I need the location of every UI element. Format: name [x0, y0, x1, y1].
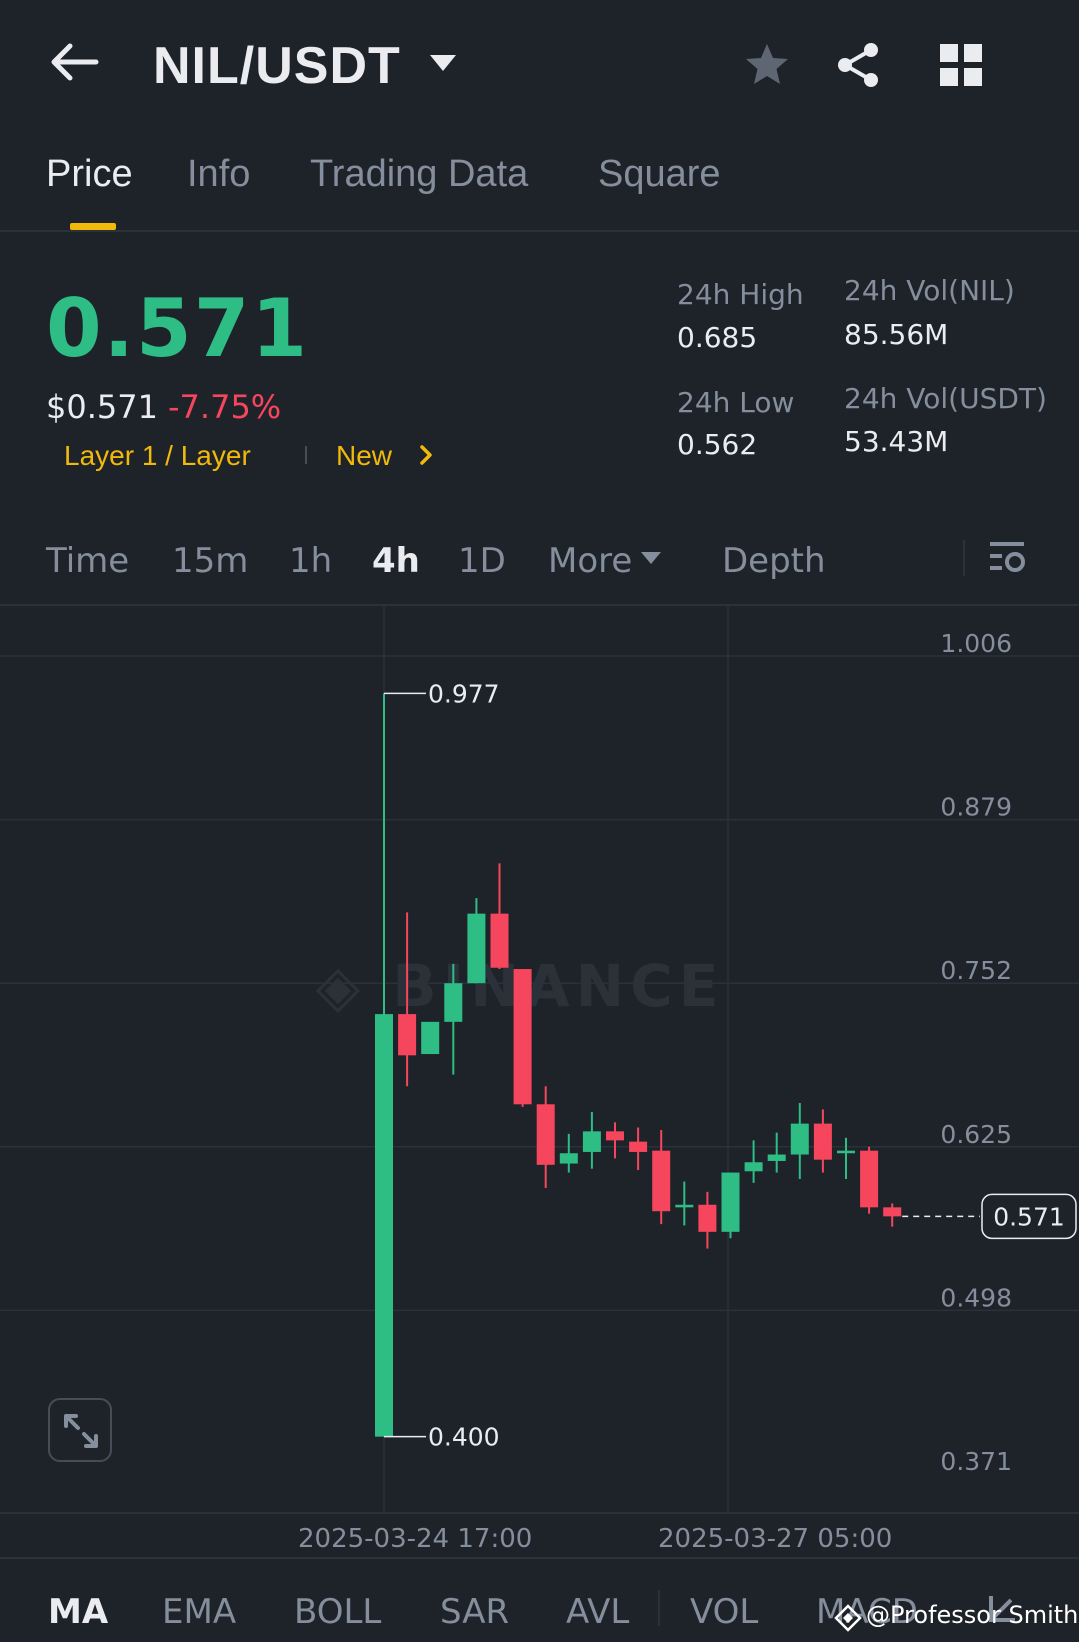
trading-pair-title[interactable]: NIL/USDT — [153, 36, 401, 96]
indicator-ema[interactable]: EMA — [162, 1592, 236, 1632]
chart-settings-icon[interactable] — [988, 538, 1026, 576]
interval-more[interactable]: More — [548, 541, 632, 581]
indicator-boll[interactable]: BOLL — [294, 1592, 381, 1632]
watermark-username: @Professor Smith — [866, 1601, 1079, 1629]
candle-body — [375, 1014, 393, 1437]
current-price-label: 0.571 — [993, 1202, 1065, 1231]
chevron-right-icon[interactable] — [418, 444, 434, 466]
new-tag-link[interactable]: New — [336, 440, 392, 472]
pair-dropdown-caret-icon[interactable] — [428, 52, 458, 74]
candle-body — [721, 1172, 740, 1232]
candle-body — [421, 1021, 440, 1055]
24h-vol-quote-label: 24h Vol(USDT) — [844, 382, 1047, 415]
usd-price: $0.571 — [46, 388, 158, 426]
tag-separator — [305, 446, 307, 464]
interval-divider — [963, 540, 965, 576]
24h-vol-base-value: 85.56M — [844, 318, 949, 351]
candle-body — [813, 1123, 832, 1160]
candle-body — [559, 1153, 578, 1164]
tab-info[interactable]: Info — [187, 153, 250, 196]
interval-15m[interactable]: 15m — [172, 541, 248, 581]
tab-square[interactable]: Square — [598, 153, 721, 196]
24h-vol-base-label: 24h Vol(NIL) — [844, 274, 1015, 307]
indicator-ma[interactable]: MA — [48, 1592, 108, 1632]
y-axis-tick-label: 1.006 — [940, 629, 1012, 658]
indicators-divider — [0, 1557, 1079, 1559]
candle-body — [883, 1207, 902, 1217]
24h-vol-quote-value: 53.43M — [844, 425, 949, 458]
interval-time[interactable]: Time — [46, 541, 129, 581]
price-change-percent: -7.75% — [168, 388, 282, 426]
expand-arrows-icon — [64, 1414, 98, 1448]
candlestick-chart[interactable]: ◈ BINANCE 1.0060.8790.7520.6250.4980.371… — [0, 606, 1079, 1514]
interval-1h[interactable]: 1h — [289, 541, 332, 581]
candle-body — [767, 1154, 786, 1161]
y-axis-tick-label: 0.371 — [940, 1447, 1012, 1476]
24h-high-value: 0.685 — [677, 321, 758, 354]
grid-menu-icon[interactable] — [936, 40, 986, 90]
candle-body — [582, 1131, 601, 1152]
candle-body — [675, 1204, 694, 1208]
candle-body — [606, 1131, 624, 1141]
interval-1d[interactable]: 1D — [458, 541, 506, 581]
candle-body — [790, 1123, 809, 1155]
tab-trading-data[interactable]: Trading Data — [310, 153, 528, 196]
back-arrow-icon[interactable] — [48, 40, 100, 84]
candle-body — [490, 913, 509, 968]
indicator-vol[interactable]: VOL — [690, 1592, 758, 1632]
candle-body — [744, 1162, 763, 1172]
last-price: 0.571 — [46, 282, 310, 375]
min-price-label: 0.400 — [428, 1423, 500, 1452]
candle-body — [698, 1204, 717, 1232]
candle-body — [629, 1141, 648, 1152]
y-axis-tick-label: 0.498 — [940, 1283, 1012, 1312]
24h-low-label: 24h Low — [677, 386, 795, 419]
candle-body — [860, 1150, 879, 1208]
y-axis-tick-label: 0.625 — [940, 1120, 1012, 1149]
indicator-avl[interactable]: AVL — [566, 1592, 629, 1632]
candle-body — [837, 1150, 855, 1154]
24h-high-label: 24h High — [677, 278, 804, 311]
candle-body — [467, 913, 486, 984]
candle-body — [444, 983, 463, 1022]
candle-body — [398, 1014, 417, 1056]
indicator-divider — [658, 1590, 660, 1626]
x-axis-tick-label: 2025-03-24 17:00 — [298, 1524, 533, 1554]
x-axis-tick-label: 2025-03-27 05:00 — [658, 1524, 893, 1554]
indicator-sar[interactable]: SAR — [440, 1592, 509, 1632]
y-axis-tick-label: 0.752 — [940, 956, 1012, 985]
more-dropdown-caret-icon[interactable] — [640, 550, 662, 566]
24h-low-value: 0.562 — [677, 428, 758, 461]
favorite-star-icon[interactable] — [742, 40, 792, 90]
share-icon[interactable] — [834, 40, 884, 90]
tabs-divider — [0, 230, 1079, 232]
candle-body — [513, 969, 532, 1105]
candle-body — [652, 1150, 671, 1212]
tab-price[interactable]: Price — [46, 153, 133, 196]
chart-bottom-divider — [0, 1512, 1079, 1514]
active-tab-indicator — [70, 223, 116, 230]
interval-4h[interactable]: 4h — [372, 541, 420, 581]
category-tag-link[interactable]: Layer 1 / Layer — [64, 440, 251, 472]
y-axis-tick-label: 0.879 — [940, 793, 1012, 822]
fullscreen-expand-button[interactable] — [48, 1398, 112, 1462]
depth-tab[interactable]: Depth — [722, 541, 826, 581]
watermark-logo-icon — [834, 1604, 862, 1632]
max-price-label: 0.977 — [428, 679, 500, 708]
candle-body — [536, 1104, 555, 1165]
